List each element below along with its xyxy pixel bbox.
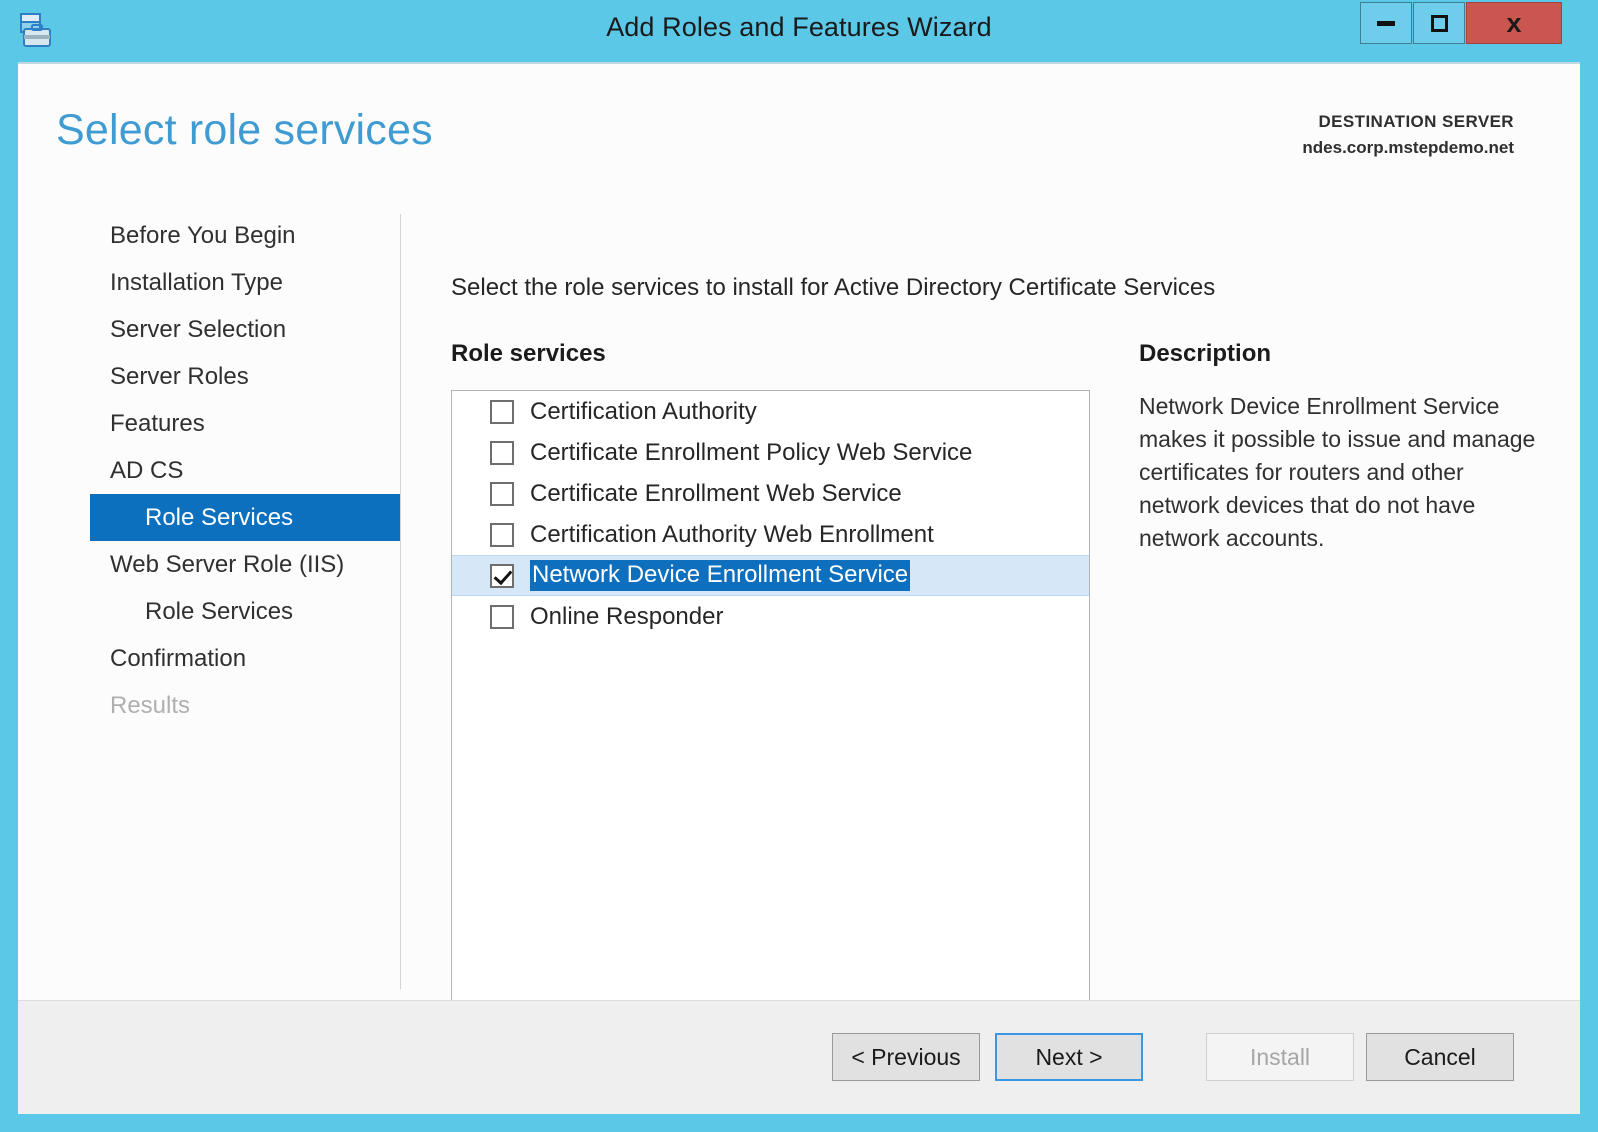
role-service-row[interactable]: Online Responder bbox=[452, 596, 1089, 637]
sidebar-item-label: Confirmation bbox=[90, 645, 246, 673]
cancel-button[interactable]: Cancel bbox=[1366, 1033, 1514, 1081]
destination-server-block: DESTINATION SERVER ndes.corp.mstepdemo.n… bbox=[1302, 112, 1514, 158]
minimize-icon bbox=[1377, 21, 1395, 26]
checkbox-unchecked-icon[interactable] bbox=[490, 441, 514, 465]
sidebar-item-label: Role Services bbox=[90, 504, 293, 532]
wizard-navigation: Before You Begin Installation Type Server … bbox=[18, 212, 400, 1002]
title-bar: Add Roles and Features Wizard x bbox=[0, 0, 1598, 62]
sidebar-item-features[interactable]: Features bbox=[90, 400, 400, 447]
destination-server-label: DESTINATION SERVER bbox=[1302, 112, 1514, 132]
description-heading: Description bbox=[1139, 340, 1271, 368]
sidebar-item-role-services[interactable]: Role Services bbox=[90, 588, 400, 635]
sidebar-item-label: Role Services bbox=[90, 598, 293, 626]
maximize-icon bbox=[1431, 15, 1448, 32]
role-service-row[interactable]: Certificate Enrollment Web Service bbox=[452, 473, 1089, 514]
sidebar-item-web-server-role-iis[interactable]: Web Server Role (IIS) bbox=[90, 541, 400, 588]
wizard-window: Add Roles and Features Wizard x Select r… bbox=[0, 0, 1598, 1132]
page-title: Select role services bbox=[56, 106, 433, 155]
close-icon: x bbox=[1506, 10, 1521, 37]
sidebar-item-label: Web Server Role (IIS) bbox=[90, 551, 344, 579]
checkbox-checked-icon[interactable] bbox=[490, 564, 514, 588]
role-service-label: Online Responder bbox=[530, 603, 723, 631]
role-service-label: Network Device Enrollment Service bbox=[530, 560, 910, 591]
description-panel: Network Device Enrollment Service makes … bbox=[1139, 390, 1539, 555]
close-button[interactable]: x bbox=[1466, 2, 1562, 44]
role-service-row[interactable]: Certification Authority Web Enrollment bbox=[452, 514, 1089, 555]
checkbox-unchecked-icon[interactable] bbox=[490, 523, 514, 547]
sidebar-item-label: Server Roles bbox=[90, 363, 249, 391]
description-body: Network Device Enrollment Service makes … bbox=[1139, 390, 1539, 555]
role-service-row[interactable]: Network Device Enrollment Service bbox=[452, 555, 1089, 596]
instruction-text: Select the role services to install for … bbox=[451, 274, 1215, 302]
role-services-listbox[interactable]: Certification Authority Certificate Enrol… bbox=[451, 390, 1090, 1035]
sidebar-item-role-services[interactable]: Role Services bbox=[90, 494, 400, 541]
previous-button[interactable]: < Previous bbox=[832, 1033, 980, 1081]
sidebar-item-installation-type[interactable]: Installation Type bbox=[90, 259, 400, 306]
minimize-button[interactable] bbox=[1360, 2, 1412, 44]
checkbox-unchecked-icon[interactable] bbox=[490, 482, 514, 506]
role-service-label: Certificate Enrollment Web Service bbox=[530, 480, 902, 508]
maximize-button[interactable] bbox=[1413, 2, 1465, 44]
sidebar-item-label: AD CS bbox=[90, 457, 183, 485]
sidebar-item-label: Server Selection bbox=[90, 316, 286, 344]
window-title: Add Roles and Features Wizard bbox=[0, 12, 1598, 43]
destination-server-name: ndes.corp.mstepdemo.net bbox=[1302, 138, 1514, 158]
sidebar-item-server-roles[interactable]: Server Roles bbox=[90, 353, 400, 400]
client-area: Select role services DESTINATION SERVER … bbox=[18, 62, 1580, 1114]
sidebar-item-label: Installation Type bbox=[90, 269, 283, 297]
sidebar-item-before-you-begin[interactable]: Before You Begin bbox=[90, 212, 400, 259]
role-service-label: Certification Authority Web Enrollment bbox=[530, 521, 934, 549]
sidebar-item-label: Results bbox=[90, 692, 190, 720]
role-service-row[interactable]: Certificate Enrollment Policy Web Servic… bbox=[452, 432, 1089, 473]
checkbox-unchecked-icon[interactable] bbox=[490, 400, 514, 424]
checkbox-unchecked-icon[interactable] bbox=[490, 605, 514, 629]
sidebar-item-results: Results bbox=[90, 682, 400, 729]
sidebar-item-confirmation[interactable]: Confirmation bbox=[90, 635, 400, 682]
sidebar-item-label: Before You Begin bbox=[90, 222, 296, 250]
sidebar-item-label: Features bbox=[90, 410, 205, 438]
sidebar-item-server-selection[interactable]: Server Selection bbox=[90, 306, 400, 353]
wizard-footer: < Previous Next > Install Cancel bbox=[18, 1000, 1580, 1114]
role-services-heading: Role services bbox=[451, 340, 606, 368]
next-button[interactable]: Next > bbox=[995, 1033, 1143, 1081]
main-content: Select the role services to install for … bbox=[401, 212, 1580, 1002]
role-service-label: Certification Authority bbox=[530, 398, 757, 426]
role-service-label: Certificate Enrollment Policy Web Servic… bbox=[530, 439, 972, 467]
sidebar-item-ad-cs[interactable]: AD CS bbox=[90, 447, 400, 494]
install-button: Install bbox=[1206, 1033, 1354, 1081]
role-service-row[interactable]: Certification Authority bbox=[452, 391, 1089, 432]
